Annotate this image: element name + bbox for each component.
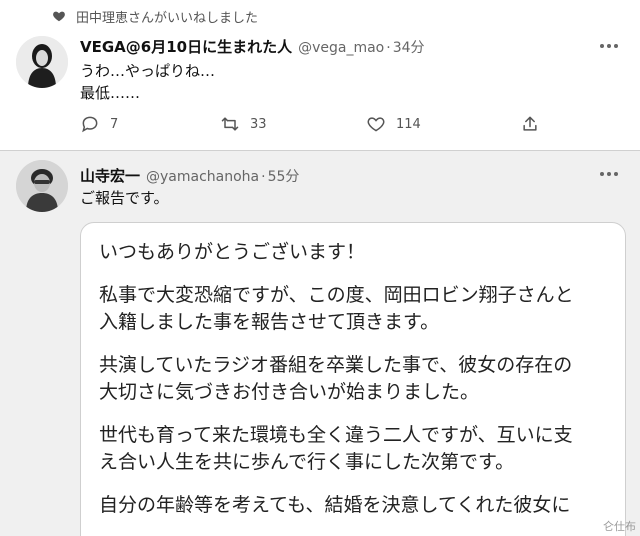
avatar[interactable]: [16, 160, 68, 212]
timestamp[interactable]: 34分: [393, 37, 425, 57]
avatar-woman-photo: [16, 36, 68, 88]
heart-icon: [367, 117, 385, 132]
tweet-liked[interactable]: 田中理恵さんがいいねしました VEGA@6月10日に生まれた人 @vega_ma…: [0, 0, 640, 150]
announcement-line: いつもありがとうございます！: [99, 241, 366, 263]
user-handle[interactable]: @vega_mao: [298, 40, 384, 56]
like-count: 114: [396, 116, 421, 132]
more-options-icon[interactable]: [600, 40, 622, 52]
announcement-line: 入籍しました事を報告させて頂きます。: [99, 311, 440, 333]
display-name[interactable]: VEGA@6月10日に生まれた人: [80, 36, 292, 57]
tweet-header: 山寺宏一 @yamachanoha · 55分: [80, 165, 299, 186]
announcement-line: 自分の年齢等を考えても、結婚を決意してくれた彼女に: [99, 494, 571, 516]
reply-icon: [82, 116, 98, 133]
separator-dot: ·: [261, 169, 266, 185]
avatar[interactable]: [16, 36, 68, 88]
share-button[interactable]: [520, 112, 540, 136]
tweet-text-line: うわ…やっぱりね…: [80, 62, 216, 80]
watermark: 仑仕布: [603, 520, 636, 533]
user-handle[interactable]: @yamachanoha: [146, 169, 259, 185]
retweet-count: 33: [250, 116, 267, 132]
reply-count: 7: [110, 116, 119, 132]
avatar-man-photo: [16, 160, 68, 212]
share-icon: [523, 116, 537, 131]
retweet-icon: [221, 117, 239, 131]
reply-button[interactable]: 7: [80, 112, 118, 136]
tweet-text: ご報告です。: [80, 189, 169, 207]
attached-image-card[interactable]: いつもありがとうございます！ 私事で大変恐縮ですが、この度、岡田ロビン翔子さんと…: [80, 222, 626, 536]
announcement-line: 共演していたラジオ番組を卒業した事で、彼女の存在の: [99, 354, 573, 376]
tweet-text: うわ…やっぱりね… 最低……: [80, 60, 215, 104]
announcement-line: え合い人生を共に歩んで行く事にした次第です。: [99, 451, 515, 473]
heart-filled-icon: [53, 11, 65, 22]
like-button[interactable]: 114: [366, 112, 421, 136]
separator-dot: ·: [386, 40, 391, 56]
timestamp[interactable]: 55分: [268, 166, 300, 186]
announcement-line: 世代も育って来た環境も全く違う二人ですが、互いに支: [99, 424, 573, 446]
more-options-icon[interactable]: [600, 168, 622, 180]
announcement-text: いつもありがとうございます！ 私事で大変恐縮ですが、この度、岡田ロビン翔子さんと…: [99, 239, 615, 519]
announcement-line: 私事で大変恐縮ですが、この度、岡田ロビン翔子さんと: [99, 284, 574, 306]
announcement-line: 大切さに気づきお付き合いが始まりました。: [99, 381, 480, 403]
tweet-header: VEGA@6月10日に生まれた人 @vega_mao · 34分: [80, 36, 425, 57]
retweet-button[interactable]: 33: [220, 112, 267, 136]
liked-banner: 田中理恵さんがいいねしました: [52, 6, 258, 26]
liked-banner-text: 田中理恵さんがいいねしました: [76, 10, 259, 26]
display-name[interactable]: 山寺宏一: [80, 165, 140, 186]
tweet-text-line: 最低……: [80, 84, 141, 102]
tweet-actions: 7 33 114: [80, 112, 550, 136]
